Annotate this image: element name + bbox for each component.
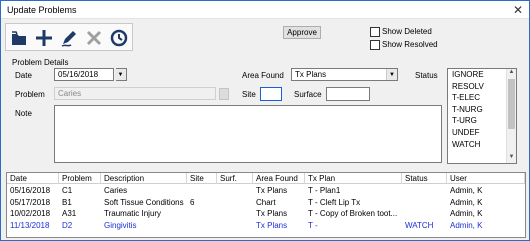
column-header[interactable]: User (447, 173, 525, 184)
toolbar (5, 23, 133, 51)
table-cell: T - (308, 220, 318, 230)
table-cell: Traumatic Injury (104, 209, 162, 218)
table-cell: T - Cleft Lip Tx (308, 197, 361, 207)
note-textarea[interactable] (54, 105, 442, 163)
column-header[interactable]: Description (101, 173, 187, 184)
table-cell: Soft Tissue Conditions (104, 197, 184, 207)
chevron-down-icon: ▼ (386, 69, 397, 80)
table-cell: Gingivitis (104, 220, 137, 230)
problem-details-group-label: Problem Details (12, 58, 69, 67)
history-icon[interactable] (108, 27, 130, 49)
table-cell: WATCH (405, 220, 434, 230)
table-row[interactable]: 05/16/2018 C1 Caries Tx Plans T - Plan1 Admin… (7, 185, 525, 196)
table-row[interactable]: 10/02/2018 A31 Traumatic Injury Tx Plans T -… (7, 208, 525, 219)
window-title: Update Problems (7, 5, 77, 15)
approve-button[interactable]: Approve (283, 26, 321, 39)
show-resolved-checkbox[interactable] (370, 40, 380, 50)
chevron-down-icon: ▼ (115, 69, 126, 80)
table-cell: Admin, K (450, 209, 483, 218)
table-cell: Admin, K (450, 186, 483, 195)
date-value: 05/16/2018 (58, 70, 99, 79)
scroll-down-icon[interactable]: ▼ (507, 154, 516, 163)
table-row[interactable]: 11/13/2018 D2 Gingivitis Tx Plans T - WATCH Ad… (7, 220, 525, 231)
table-cell: Admin, K (450, 220, 483, 230)
scroll-up-icon[interactable]: ▲ (507, 69, 516, 78)
scroll-thumb[interactable] (508, 79, 515, 129)
problem-field: Caries (54, 87, 216, 100)
column-header[interactable]: Problem (59, 173, 101, 184)
area-found-label: Area Found (242, 71, 284, 80)
table-cell: 11/13/2018 (10, 220, 50, 230)
problem-label: Problem (15, 90, 45, 99)
close-icon[interactable]: ✕ (513, 3, 523, 17)
table-cell: C1 (62, 186, 73, 195)
show-deleted-checkbox[interactable] (370, 27, 380, 37)
date-field[interactable]: 05/16/2018 (54, 68, 114, 81)
site-label: Site (242, 90, 256, 99)
table-cell: D2 (62, 220, 73, 230)
table-cell: Tx Plans (256, 186, 288, 195)
open-icon[interactable] (8, 27, 30, 49)
column-header[interactable]: Tx Plan (305, 173, 402, 184)
table-cell: Tx Plans (256, 220, 288, 230)
table-cell: Admin, K (450, 197, 483, 207)
site-input[interactable] (260, 87, 282, 101)
column-header[interactable]: Surf. (217, 173, 253, 184)
problem-browse-button (219, 88, 229, 100)
show-resolved-label: Show Resolved (382, 40, 438, 49)
problem-value: Caries (58, 89, 82, 98)
column-header[interactable]: Status (402, 173, 447, 184)
table-cell: Tx Plans (256, 209, 288, 218)
column-header[interactable]: Area Found (253, 173, 305, 184)
table-cell: Chart (256, 197, 276, 207)
area-found-value: Tx Plans (295, 70, 327, 79)
status-listbox[interactable]: IGNORE RESOLV T-ELEC T-NURG T-URG UNDEF WATCH … (447, 68, 517, 164)
update-problems-window: Update Problems ✕ Approve Show Deleted S… (0, 0, 530, 241)
date-label: Date (15, 71, 32, 80)
delete-icon[interactable] (83, 27, 105, 49)
edit-icon[interactable] (58, 27, 80, 49)
table-cell: 05/17/2018 (10, 197, 51, 207)
table-cell: T - Copy of Broken toot... (308, 209, 398, 218)
table-row[interactable]: 05/17/2018 B1 Soft Tissue Conditions 6 Chart… (7, 197, 525, 208)
table-cell: A31 (62, 209, 77, 218)
column-header[interactable]: Site (187, 173, 217, 184)
area-found-select[interactable]: Tx Plans ▼ (291, 68, 398, 81)
grid-header: Date Problem Description Site Surf. Area Foun… (7, 173, 525, 184)
table-cell: 05/16/2018 (10, 186, 51, 195)
surface-label: Surface (294, 90, 322, 99)
surface-input[interactable] (326, 87, 370, 101)
note-label: Note (15, 109, 32, 118)
date-picker-button[interactable]: ▼ (115, 68, 127, 81)
problems-grid[interactable]: Date Problem Description Site Surf. Area Foun… (6, 172, 526, 238)
status-label: Status (415, 71, 438, 80)
status-scrollbar[interactable]: ▲ ▼ (506, 69, 516, 163)
show-deleted-label: Show Deleted (382, 27, 432, 36)
title-bar: Update Problems ✕ (1, 1, 529, 19)
column-header[interactable]: Date (7, 173, 59, 184)
table-cell: 10/02/2018 (10, 209, 51, 218)
add-icon[interactable] (33, 27, 55, 49)
table-cell: Caries (104, 186, 128, 195)
table-cell: B1 (62, 197, 72, 207)
table-cell: T - Plan1 (308, 186, 341, 195)
table-cell: 6 (190, 197, 195, 207)
